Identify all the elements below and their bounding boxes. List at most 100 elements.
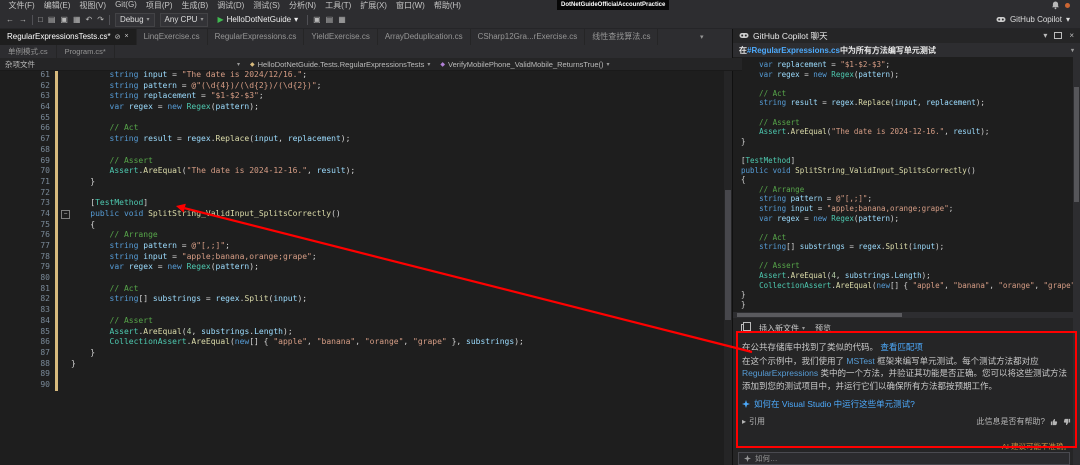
followup-suggestion[interactable]: 如何在 Visual Studio 中运行这些单元测试? <box>733 392 1080 410</box>
fold-gutter[interactable] <box>60 91 71 102</box>
debug-tool-icon[interactable]: ▣ <box>313 16 321 24</box>
fold-gutter[interactable] <box>60 220 71 231</box>
fold-gutter[interactable] <box>60 316 71 327</box>
menu-item[interactable]: 工具(T) <box>321 0 356 11</box>
references-toggle[interactable]: ▸ 引用 <box>742 416 765 427</box>
chevron-down-icon[interactable]: ▾ <box>1043 31 1047 40</box>
project-dropdown[interactable]: 杂项文件 ▾ <box>5 59 240 70</box>
menu-item[interactable]: 视图(V) <box>75 0 111 11</box>
scrollbar-thumb[interactable] <box>725 190 731 320</box>
fold-gutter[interactable] <box>60 284 71 295</box>
tab-overflow-button[interactable]: ▾ <box>700 28 704 45</box>
editor-vertical-scrollbar[interactable] <box>724 70 732 465</box>
fold-gutter[interactable] <box>60 262 71 273</box>
fold-gutter[interactable] <box>60 81 71 92</box>
fold-gutter[interactable] <box>60 230 71 241</box>
menu-item[interactable]: 编辑(E) <box>39 0 75 11</box>
fold-gutter[interactable] <box>60 123 71 134</box>
view-matches-link[interactable]: 查看匹配项 <box>880 342 923 352</box>
fold-gutter[interactable] <box>60 369 71 380</box>
configuration-dropdown[interactable]: Debug ▾ <box>115 13 155 27</box>
save-icon[interactable]: ▣ <box>60 16 68 24</box>
close-icon[interactable]: × <box>124 33 128 40</box>
line-number: 69 <box>0 156 55 167</box>
editor-tab[interactable]: CSharp12Gra...rExercise.cs ⊘ × <box>471 28 586 45</box>
fold-gutter[interactable] <box>60 113 71 124</box>
open-folder-icon[interactable]: ▤ <box>48 16 56 24</box>
fold-gutter[interactable] <box>60 348 71 359</box>
menu-item[interactable]: 分析(N) <box>284 0 320 11</box>
fold-collapse-icon[interactable]: − <box>61 210 70 219</box>
chat-vertical-scrollbar[interactable] <box>1073 57 1080 465</box>
copy-code-icon[interactable] <box>741 324 749 333</box>
scrollbar-thumb[interactable] <box>737 313 902 317</box>
menu-item[interactable]: 调试(D) <box>213 0 249 11</box>
fold-gutter[interactable] <box>60 359 71 370</box>
fold-gutter[interactable] <box>60 156 71 167</box>
question-file-reference[interactable]: #RegularExpressions.cs <box>747 46 840 55</box>
editor-code-area[interactable]: 61 string input = "The date is 2024/12/1… <box>0 70 732 391</box>
insert-new-file-button[interactable]: 插入新文件 ▾ <box>759 323 805 334</box>
menu-item[interactable]: 文件(F) <box>4 0 39 11</box>
editor-tab[interactable]: LinqExercise.cs ⊘ × <box>137 28 208 45</box>
scrollbar-thumb[interactable] <box>1074 87 1079 202</box>
float-window-icon[interactable] <box>1054 32 1062 39</box>
save-all-icon[interactable]: ▦ <box>73 16 81 24</box>
chat-input-partial[interactable]: 如何… <box>738 452 1070 465</box>
fold-gutter[interactable] <box>60 70 71 81</box>
new-file-icon[interactable]: □ <box>38 16 43 24</box>
fold-gutter[interactable] <box>60 102 71 113</box>
debug-tool-icon[interactable]: ▦ <box>338 16 346 24</box>
editor-tab[interactable]: 单例模式.cs ⊘ × <box>0 45 57 58</box>
menu-item[interactable]: 项目(P) <box>141 0 177 11</box>
editor-tab[interactable]: Program.cs* ⊘ × <box>57 45 115 58</box>
fold-gutter[interactable] <box>60 327 71 338</box>
copilot-status-button[interactable]: GitHub Copilot ▾ <box>996 15 1074 24</box>
member-dropdown[interactable]: ◆ VerifyMobilePhone_ValidMobile_ReturnsT… <box>440 60 609 69</box>
thumbs-up-icon[interactable] <box>1050 418 1058 426</box>
chevron-down-icon[interactable]: ▾ <box>1071 47 1074 54</box>
editor-tab[interactable]: YieldExercise.cs ⊘ × <box>304 28 377 45</box>
menu-item[interactable]: 扩展(X) <box>356 0 392 11</box>
pin-icon[interactable]: ⊘ <box>115 33 121 41</box>
fold-gutter[interactable] <box>60 380 71 391</box>
fold-gutter[interactable] <box>60 305 71 316</box>
redo-icon[interactable]: ↷ <box>97 16 104 24</box>
navigate-back-icon[interactable]: ← <box>6 16 14 24</box>
close-icon[interactable]: × <box>1069 31 1074 40</box>
thumbs-down-icon[interactable] <box>1063 418 1071 426</box>
fold-gutter[interactable] <box>60 177 71 188</box>
menu-item[interactable]: Git(G) <box>111 0 142 11</box>
navigate-forward-icon[interactable]: → <box>19 16 27 24</box>
fold-gutter[interactable] <box>60 273 71 284</box>
fold-gutter[interactable] <box>60 252 71 263</box>
fold-gutter[interactable] <box>60 188 71 199</box>
chat-code-horizontal-scrollbar[interactable] <box>733 312 1073 318</box>
run-button[interactable]: ▶ HelloDotNetGuide ▾ <box>213 13 302 26</box>
fold-gutter[interactable]: − <box>60 209 71 220</box>
editor-tab[interactable]: ArrayDeduplication.cs ⊘ × <box>378 28 471 45</box>
menu-item[interactable]: 生成(B) <box>177 0 213 11</box>
type-dropdown[interactable]: ◆ HelloDotNetGuide.Tests.RegularExpressi… <box>250 60 430 69</box>
chat-code-block[interactable]: var replacement = "$1-$2-$3"; var regex … <box>733 57 1073 312</box>
fold-gutter[interactable] <box>60 145 71 156</box>
fold-gutter[interactable] <box>60 198 71 209</box>
editor-tab[interactable]: RegularExpressionsTests.cs* ⊘ × <box>0 28 137 45</box>
fold-gutter[interactable] <box>60 241 71 252</box>
platform-dropdown[interactable]: Any CPU ▾ <box>160 13 209 27</box>
menu-item[interactable]: 测试(S) <box>249 0 285 11</box>
preview-button[interactable]: 预览 <box>815 323 831 334</box>
menu-item[interactable]: 帮助(H) <box>429 0 465 11</box>
fold-gutter[interactable] <box>60 337 71 348</box>
notifications-bell-icon[interactable] <box>1051 1 1060 10</box>
fold-gutter[interactable] <box>60 166 71 177</box>
debug-tool-icon[interactable]: ▤ <box>326 16 334 24</box>
editor-tab[interactable]: RegularExpressions.cs ⊘ × <box>208 28 305 45</box>
code-editor[interactable]: 61 string input = "The date is 2024/12/1… <box>0 70 732 465</box>
menu-item[interactable]: 窗口(W) <box>391 0 429 11</box>
editor-tab[interactable]: 线性查找算法.cs ⊘ × <box>585 28 658 45</box>
fold-gutter[interactable] <box>60 134 71 145</box>
fold-gutter[interactable] <box>60 294 71 305</box>
undo-icon[interactable]: ↶ <box>86 16 93 24</box>
chat-user-question[interactable]: 在 #RegularExpressions.cs 中为所有方法编写单元测试 ▾ <box>733 43 1080 57</box>
